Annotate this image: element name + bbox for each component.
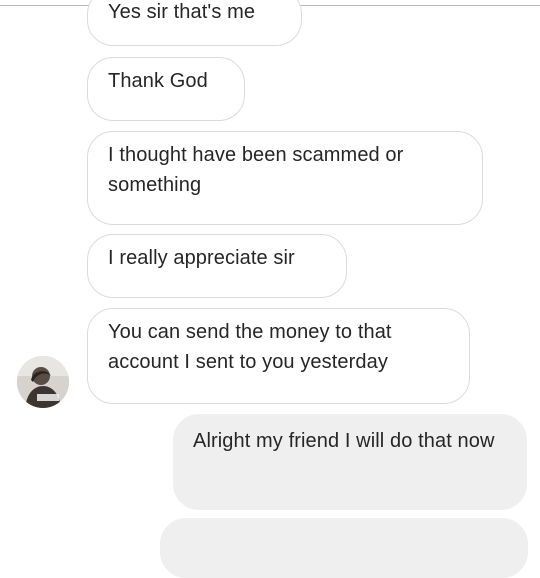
message-bubble-received[interactable]: Yes sir that's me — [87, 0, 302, 46]
message-bubble-received[interactable]: I thought have been scammed or something — [87, 131, 483, 225]
message-bubble-sent[interactable]: Alright my friend I will do that now — [173, 414, 527, 510]
sender-avatar[interactable] — [17, 356, 69, 408]
message-text: Alright my friend I will do that now — [193, 430, 495, 452]
message-bubble-received[interactable]: You can send the money to that account I… — [87, 308, 470, 404]
message-bubble-received[interactable]: I really appreciate sir — [87, 234, 347, 298]
message-bubble-received[interactable]: Thank God — [87, 57, 245, 121]
message-text: Yes sir that's me — [108, 1, 256, 23]
message-text: You can send the money to that account I… — [108, 321, 392, 373]
message-text: I thought have been scammed or something — [108, 144, 404, 196]
message-bubble-sent[interactable] — [160, 518, 528, 578]
message-text: Thank God — [108, 70, 208, 92]
message-text: I really appreciate sir — [108, 247, 295, 269]
avatar-photo-icon — [17, 356, 69, 408]
